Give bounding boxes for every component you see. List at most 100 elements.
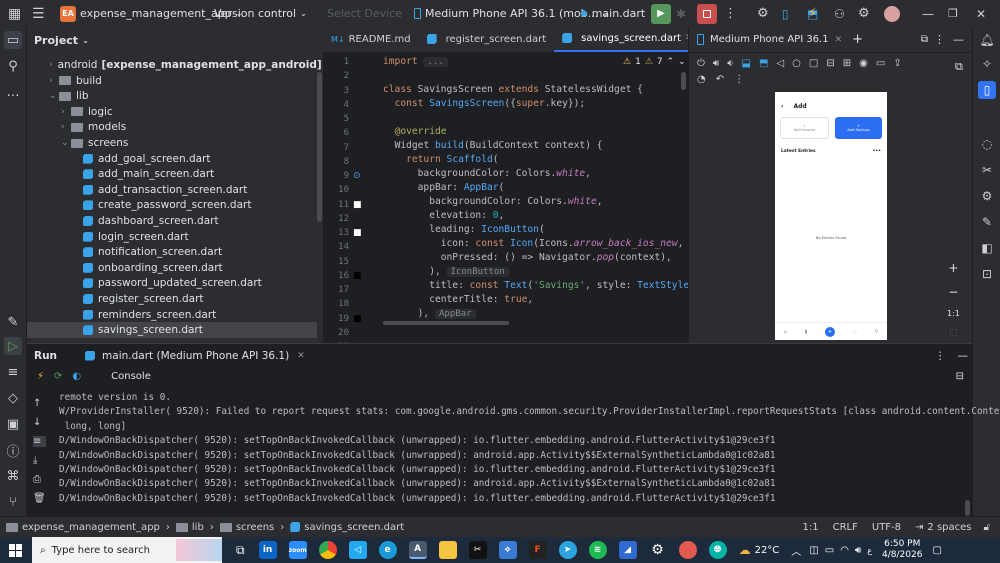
edge-icon[interactable]: e	[378, 541, 397, 559]
cursor-icon[interactable]: ⟡	[498, 541, 517, 559]
zoom-in-icon[interactable]: +	[948, 261, 958, 275]
indent-setting[interactable]: 2 spaces	[927, 522, 971, 533]
add-icon[interactable]: +	[852, 32, 863, 47]
vscode-icon[interactable]: ◁	[348, 541, 367, 559]
line-number[interactable]: 3	[329, 86, 349, 96]
override-marker-icon[interactable]: ⊙	[353, 171, 361, 181]
line-number[interactable]: 14	[329, 242, 349, 252]
line-number[interactable]: 18	[329, 299, 349, 309]
tree-file[interactable]: onboarding_screen.dart	[27, 260, 317, 276]
more-vertical-icon[interactable]: ⋮	[935, 350, 946, 362]
line-number[interactable]: 15	[329, 257, 349, 267]
run-tool-icon[interactable]: ▷	[4, 337, 22, 355]
camera-icon[interactable]: ◉	[859, 58, 868, 69]
home-icon[interactable]: ○	[792, 58, 801, 69]
linkedin-icon[interactable]: in	[258, 541, 277, 559]
line-number[interactable]: 8	[329, 157, 349, 167]
fit-screen-icon[interactable]: ⬚	[949, 328, 958, 338]
tree-folder[interactable]: › models	[27, 119, 317, 135]
run-config-selector[interactable]: ◆ main.dart ⌄	[580, 7, 656, 20]
profile-nav-icon[interactable]: ⚲	[875, 329, 879, 335]
notifications-icon[interactable]: 🔔︎	[978, 31, 996, 49]
undo-icon[interactable]: ↶	[716, 74, 724, 85]
settings-gear-icon[interactable]: ⚙	[858, 6, 870, 21]
tree-file[interactable]: notification_screen.dart	[27, 244, 317, 260]
multi-display-icon[interactable]: ⊞	[843, 58, 851, 69]
volume-down-icon[interactable]: 🔉︎	[727, 58, 733, 69]
tree-file[interactable]: add_main_screen.dart	[27, 166, 317, 182]
spotify-icon[interactable]: ≋	[588, 541, 607, 559]
android-studio-icon[interactable]: A	[408, 541, 427, 559]
breadcrumb-item[interactable]: expense_management_app	[22, 522, 160, 533]
color-swatch-white[interactable]: ■	[353, 200, 362, 210]
tree-file[interactable]: dashboard_screen.dart	[27, 213, 317, 229]
chart-nav-icon[interactable]: ▮	[805, 329, 808, 335]
windows-start-icon[interactable]	[9, 543, 22, 557]
zoom-out-icon[interactable]: −	[948, 285, 958, 299]
line-number[interactable]: 17	[329, 285, 349, 295]
terminal-icon[interactable]: ▣	[4, 415, 22, 433]
language-icon[interactable]: ع	[867, 546, 872, 555]
rotate-left-icon[interactable]: ⬓	[742, 58, 751, 69]
run-button[interactable]: ▶	[651, 3, 671, 24]
devtools-icon[interactable]: ◐	[72, 371, 81, 382]
print-icon[interactable]: ⎙	[33, 474, 46, 485]
line-number[interactable]: 16	[329, 271, 349, 281]
chrome-icon[interactable]	[318, 541, 337, 559]
taskbar-search[interactable]: ⌕ Type here to search	[32, 537, 222, 563]
app-grid-icon[interactable]: ▦	[8, 6, 21, 22]
tree-file[interactable]: savings_screen.dart	[27, 322, 317, 339]
clock[interactable]: 6:50 PM 4/8/2026	[882, 539, 922, 561]
debug-icon[interactable]: ✱	[676, 7, 686, 21]
cloud-app-icon[interactable]	[678, 541, 697, 559]
power-icon[interactable]: ⏻	[697, 58, 705, 69]
scroll-to-end-icon[interactable]: ⤓	[33, 455, 46, 466]
tree-file[interactable]: add_transaction_screen.dart	[27, 182, 317, 198]
add-income-card[interactable]: + Add Income	[780, 117, 829, 139]
minimize-panel-icon[interactable]: —	[958, 350, 969, 362]
bug-icon[interactable]: ⚙	[757, 6, 769, 21]
back-arrow-icon[interactable]: ‹	[781, 103, 783, 110]
line-number[interactable]: 5	[329, 114, 349, 124]
git-icon[interactable]: ⑂	[4, 493, 22, 511]
add-savings-card[interactable]: + Add Savings	[835, 117, 882, 139]
color-swatch-white[interactable]: ■	[353, 228, 362, 238]
file-explorer-icon[interactable]	[438, 541, 457, 559]
chevron-down-icon[interactable]: ⌄	[61, 138, 71, 148]
tab-register-screen[interactable]: register_screen.dart	[419, 26, 555, 52]
line-number[interactable]: 20	[329, 328, 349, 338]
more-horizontal-icon[interactable]: •••	[873, 149, 881, 154]
record-icon[interactable]: ▭	[876, 58, 885, 69]
chat-icon[interactable]: ◌	[978, 135, 996, 153]
tools-icon[interactable]: ✂	[978, 161, 996, 179]
tray-chevron-icon[interactable]: ︿	[791, 543, 801, 558]
scroll-up-icon[interactable]: ↑	[33, 398, 46, 409]
phone-screen[interactable]: ‹ Add + Add Income + Add Savings Latest …	[775, 92, 887, 340]
tree-scrollbar[interactable]	[317, 72, 322, 222]
color-swatch-black[interactable]: ■	[353, 271, 362, 281]
line-number[interactable]: 19	[329, 314, 349, 324]
device-selector-disabled[interactable]: Select Device	[327, 7, 402, 20]
breadcrumb-item[interactable]: savings_screen.dart	[304, 522, 404, 533]
external-icon[interactable]: ⧉	[921, 34, 928, 45]
close-icon[interactable]: ✕	[976, 7, 986, 21]
avatar[interactable]	[884, 5, 900, 22]
chevron-right-icon[interactable]: ›	[49, 76, 59, 86]
inspection-widget[interactable]: ⚠ 1 ⚠ 7 ⌃ ⌄	[623, 57, 686, 67]
more-vertical-icon[interactable]: ⋮	[934, 33, 945, 46]
editor-vscrollbar[interactable]	[681, 72, 686, 90]
breadcrumb-item[interactable]: screens	[236, 522, 274, 533]
tree-file[interactable]: reminders_screen.dart	[27, 307, 317, 323]
device-explorer-icon[interactable]: ⊡	[978, 265, 996, 283]
app-icon[interactable]: ◢	[618, 541, 637, 559]
line-number[interactable]: 12	[329, 214, 349, 224]
trash-icon[interactable]: 🗑︎	[33, 493, 46, 504]
close-icon[interactable]: ✕	[835, 35, 843, 45]
user-add-icon[interactable]: ⚇	[834, 7, 845, 21]
line-number[interactable]: 11	[329, 200, 349, 210]
edit-icon[interactable]: ✎	[978, 213, 996, 231]
chevron-right-icon[interactable]: ›	[49, 60, 53, 70]
line-number[interactable]: 9	[329, 171, 349, 181]
tree-file[interactable]: create_password_screen.dart	[27, 197, 317, 213]
rotate-right-icon[interactable]: ⬒	[759, 58, 768, 69]
